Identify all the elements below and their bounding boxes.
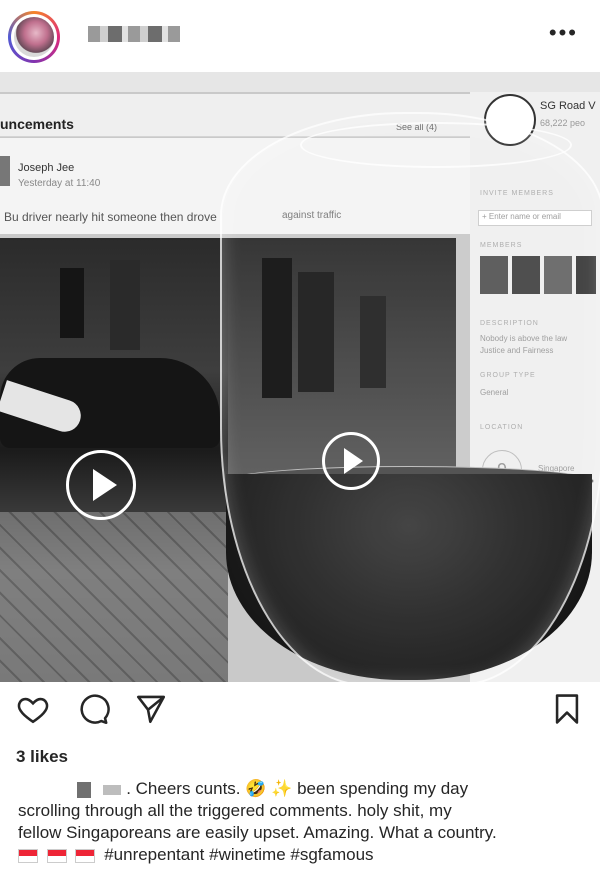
laughing-emoji: 🤣: [245, 779, 267, 798]
singapore-flag-icon: [46, 848, 67, 863]
hashtags[interactable]: #unrepentant #winetime #sgfamous: [104, 845, 373, 864]
wine-glass-rim: [300, 122, 572, 168]
street-tiles: [0, 512, 228, 682]
censored-username[interactable]: [76, 781, 91, 798]
caption-line-3: fellow Singaporeans are easily upset. Am…: [18, 823, 497, 842]
like-heart-icon[interactable]: [16, 692, 50, 726]
group-name: SG Road V: [540, 100, 596, 112]
share-icon[interactable]: [134, 692, 168, 726]
fb-post-text: Bu driver nearly hit someone then drove: [4, 210, 217, 224]
likes-count[interactable]: 3 likes: [16, 747, 68, 767]
building-silhouette: [60, 268, 84, 338]
first-line: . Cheers cunts. 🤣 ✨ been spending my day: [18, 778, 588, 800]
sparkle-emoji: ✨: [271, 779, 293, 798]
play-icon: [93, 469, 117, 501]
caption-text-1b: been spending my day: [297, 779, 469, 798]
comment-icon[interactable]: [76, 692, 110, 726]
play-icon: [344, 448, 363, 474]
fb-poster-avatar: [0, 156, 10, 186]
profile-avatar[interactable]: [8, 11, 60, 63]
fb-post-time: Yesterday at 11:40: [18, 178, 101, 189]
fb-poster-name: Joseph Jee: [18, 162, 75, 174]
video-play-button[interactable]: [66, 450, 136, 520]
avatar-image: [14, 17, 54, 57]
save-bookmark-icon[interactable]: [550, 692, 584, 726]
group-members-count: 68,222 peo: [540, 118, 586, 128]
fb-section-title: uncements: [0, 116, 74, 132]
wine-glass: [220, 112, 600, 682]
video-play-button[interactable]: [322, 432, 380, 490]
more-options-icon[interactable]: •••: [549, 20, 578, 46]
building-silhouette: [110, 260, 140, 350]
caption-text-1a: . Cheers cunts.: [126, 779, 246, 798]
post-photo[interactable]: uncements See all (4) Joseph Jee Yesterd…: [0, 72, 600, 682]
username-censored[interactable]: [88, 26, 180, 42]
avatar-frame: [11, 14, 57, 60]
caption-line-4: #unrepentant #winetime #sgfamous: [18, 844, 588, 866]
singapore-flag-icon: [18, 848, 38, 863]
post-header: •••: [0, 0, 600, 72]
censored-username-part: [103, 784, 122, 795]
singapore-flag-icon: [75, 848, 96, 863]
post-caption: . Cheers cunts. 🤣 ✨ been spending my day…: [18, 778, 588, 866]
caption-line-2: scrolling through all the triggered comm…: [18, 801, 452, 820]
fb-topbar: [0, 72, 600, 92]
